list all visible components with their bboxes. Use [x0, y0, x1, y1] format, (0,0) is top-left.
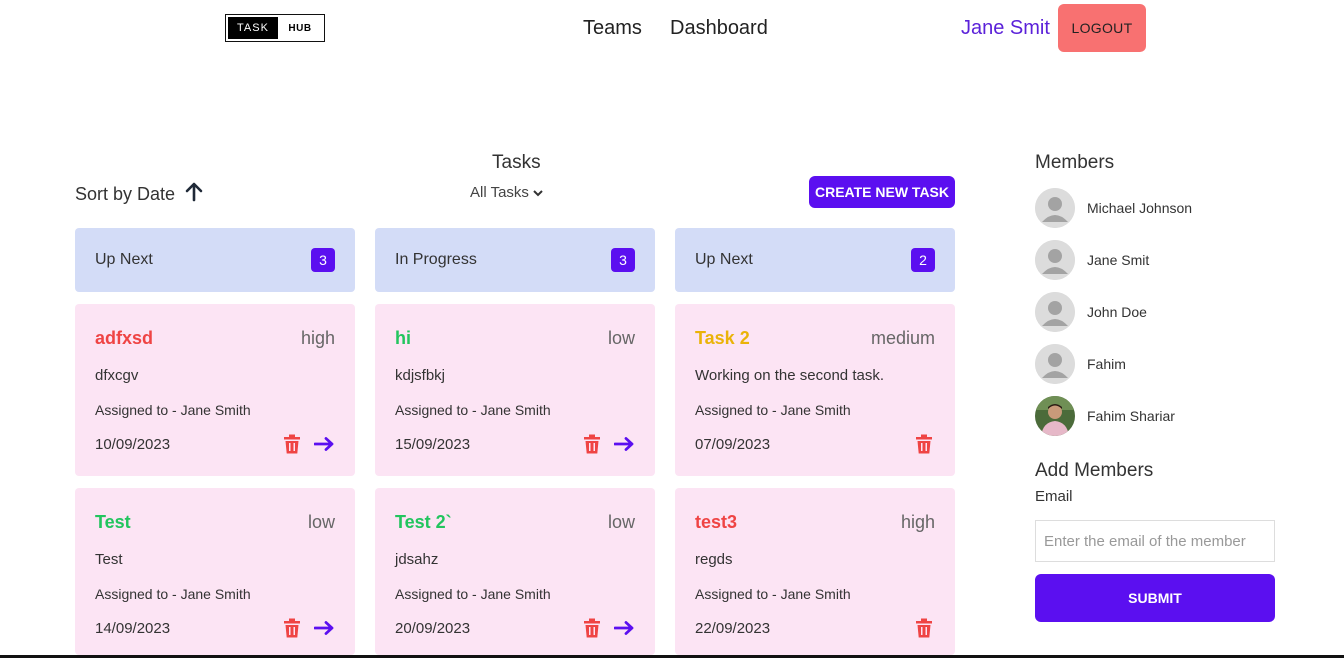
task-date: 22/09/2023	[695, 620, 771, 637]
logout-button[interactable]: LOGOUT	[1058, 4, 1146, 52]
email-label: Email	[1035, 488, 1073, 505]
task-description: Test	[95, 551, 123, 568]
task-priority: high	[300, 328, 335, 348]
avatar-photo	[1035, 396, 1075, 436]
arrow-right-icon[interactable]	[613, 616, 635, 640]
task-title: Task 2	[695, 328, 750, 348]
task-title: adfxsd	[95, 328, 154, 348]
avatar-placeholder-icon	[1035, 188, 1075, 228]
arrow-right-icon[interactable]	[313, 616, 335, 640]
avatar-placeholder-icon	[1035, 292, 1075, 332]
task-description: jdsahz	[395, 551, 439, 568]
trash-icon[interactable]	[581, 432, 603, 456]
arrow-right-icon[interactable]	[613, 432, 635, 456]
task-date: 10/09/2023	[95, 436, 171, 453]
logo-task-text: TASK	[228, 17, 278, 39]
chevron-down-icon	[533, 184, 543, 201]
task-priority: low	[307, 512, 335, 532]
create-new-task-button[interactable]: CREATE NEW TASK	[809, 176, 955, 208]
nav-dashboard-link[interactable]: Dashboard	[670, 17, 768, 40]
avatar-placeholder-icon	[1035, 344, 1075, 384]
task-description: dfxcgv	[95, 367, 139, 384]
column-header-in-progress: In Progress 3	[375, 228, 655, 292]
task-card[interactable]: Test low Test Assigned to - Jane Smith 1…	[75, 488, 355, 655]
trash-icon[interactable]	[913, 616, 935, 640]
add-members-title: Add Members	[1035, 460, 1154, 481]
sort-label: Sort by Date	[75, 184, 176, 204]
member-email-input[interactable]	[1035, 520, 1275, 562]
task-card[interactable]: hi low kdjsfbkj Assigned to - Jane Smith…	[375, 304, 655, 476]
member-item: John Doe	[1035, 292, 1147, 332]
member-item: Jane Smit	[1035, 240, 1149, 280]
task-card[interactable]: Task 2 medium Working on the second task…	[675, 304, 955, 476]
filter-selected-value: All Tasks	[470, 184, 529, 201]
nav-teams-link[interactable]: Teams	[583, 17, 642, 40]
task-priority: high	[900, 512, 935, 532]
tasks-title: Tasks	[492, 152, 541, 173]
member-item: Michael Johnson	[1035, 188, 1192, 228]
column-title: Up Next	[695, 251, 753, 268]
task-filter-dropdown[interactable]: All Tasks	[470, 184, 543, 201]
task-title: Test	[95, 512, 131, 532]
task-assignee: Assigned to - Jane Smith	[395, 586, 551, 602]
column-count-badge: 3	[311, 248, 335, 272]
current-user-name[interactable]: Jane Smit	[961, 17, 1050, 40]
submit-button[interactable]: SUBMIT	[1035, 574, 1275, 622]
task-date: 20/09/2023	[395, 620, 471, 637]
member-name: Jane Smit	[1087, 252, 1150, 268]
trash-icon[interactable]	[281, 432, 303, 456]
task-card[interactable]: adfxsd high dfxcgv Assigned to - Jane Sm…	[75, 304, 355, 476]
task-assignee: Assigned to - Jane Smith	[695, 402, 851, 418]
trash-icon[interactable]	[581, 616, 603, 640]
task-priority: low	[607, 328, 635, 348]
member-name: Michael Johnson	[1087, 200, 1193, 216]
arrow-right-icon[interactable]	[313, 432, 335, 456]
column-header-up-next: Up Next 3	[75, 228, 355, 292]
task-title: hi	[395, 328, 411, 348]
column-title: Up Next	[95, 251, 153, 268]
task-date: 14/09/2023	[95, 620, 171, 637]
task-title: test3	[695, 512, 738, 532]
avatar-placeholder-icon	[1035, 240, 1075, 280]
task-date: 07/09/2023	[695, 436, 771, 453]
task-card[interactable]: Test 2` low jdsahz Assigned to - Jane Sm…	[375, 488, 655, 655]
task-card[interactable]: test3 high regds Assigned to - Jane Smit…	[675, 488, 955, 655]
task-assignee: Assigned to - Jane Smith	[395, 402, 551, 418]
members-title: Members	[1035, 152, 1115, 173]
trash-icon[interactable]	[913, 432, 935, 456]
task-assignee: Assigned to - Jane Smith	[95, 586, 251, 602]
task-description: Working on the second task.	[695, 367, 884, 384]
task-assignee: Assigned to - Jane Smith	[95, 402, 251, 418]
member-item: Fahim	[1035, 344, 1126, 384]
task-date: 15/09/2023	[395, 436, 471, 453]
member-item: Fahim Shariar	[1035, 396, 1175, 436]
task-title: Test 2`	[395, 512, 452, 532]
column-header-up-next-2: Up Next 2	[675, 228, 955, 292]
column-title: In Progress	[395, 251, 477, 268]
task-description: kdjsfbkj	[395, 367, 446, 384]
task-assignee: Assigned to - Jane Smith	[695, 586, 851, 602]
sort-by-date-button[interactable]: Sort by Date	[75, 182, 203, 207]
task-priority: medium	[870, 328, 935, 348]
app-logo[interactable]: TASK HUB	[225, 14, 325, 42]
column-count-badge: 2	[911, 248, 935, 272]
member-name: John Doe	[1087, 304, 1147, 320]
trash-icon[interactable]	[281, 616, 303, 640]
task-description: regds	[695, 551, 733, 568]
task-priority: low	[607, 512, 635, 532]
member-name: Fahim Shariar	[1087, 408, 1175, 424]
member-name: Fahim	[1087, 356, 1126, 372]
column-count-badge: 3	[611, 248, 635, 272]
arrow-up-icon	[185, 182, 203, 207]
logo-hub-text: HUB	[288, 22, 312, 34]
